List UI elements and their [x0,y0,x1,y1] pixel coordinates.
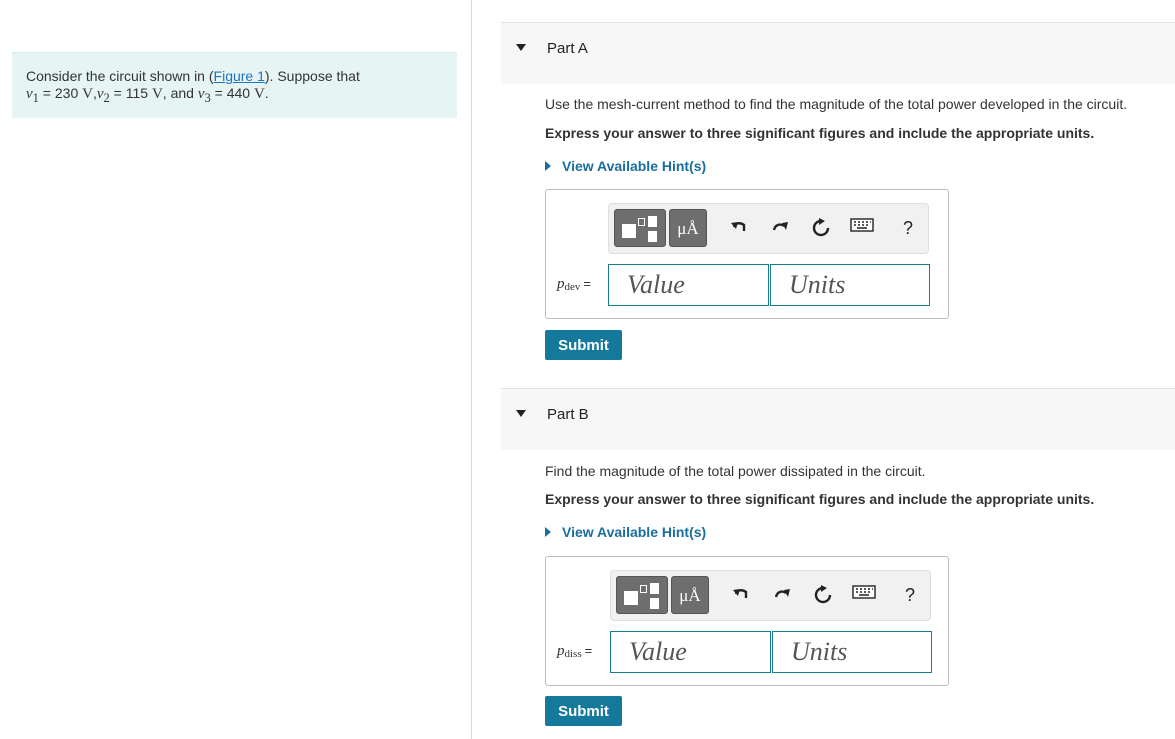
part-b-instruction: Express your answer to three significant… [545,491,1095,507]
figure-link[interactable]: Figure 1 [214,68,265,84]
collapse-caret-icon[interactable] [516,410,526,417]
part-a-answer-box: μÅ ? pdev = [545,189,949,319]
part-a-units-input[interactable] [770,264,930,306]
undo-icon[interactable] [727,216,751,240]
v2-value: = 115 [109,85,152,101]
v2-unit: V [151,86,163,102]
v2-symbol: v2 [96,86,110,105]
units-icon[interactable]: μÅ [669,209,707,247]
part-b-toolbar: μÅ ? [610,570,931,621]
v1-value: = 230 [38,85,83,101]
part-a-prompt: Use the mesh-current method to find the … [545,96,1128,112]
problem-pane: Consider the circuit shown in (Figure 1)… [0,0,471,739]
sep-2: , and [162,85,198,101]
template-block [648,231,657,242]
template-block [624,591,638,605]
collapse-caret-icon[interactable] [516,44,526,51]
units-glyph: μÅ [679,586,701,605]
v1-unit: V [82,86,93,102]
reset-icon[interactable] [811,583,835,607]
problem-intro: Consider the circuit shown in ( [26,68,214,84]
problem-statement: Consider the circuit shown in (Figure 1)… [12,52,457,118]
problem-line-1: Consider the circuit shown in (Figure 1)… [26,68,443,85]
keyboard-icon[interactable] [851,583,877,607]
v3-symbol: v3 [197,86,211,105]
part-a-toolbar: μÅ ? [608,203,929,254]
part-a-header[interactable]: Part A [501,22,1175,84]
template-block [650,598,659,609]
template-outline [638,218,645,226]
v3-value: = 440 [210,85,254,101]
redo-icon[interactable] [771,583,795,607]
template-block [650,583,659,594]
units-glyph: μÅ [677,219,699,238]
problem-intro-end: ). Suppose that [264,68,360,84]
part-b-variable-label: pdiss = [557,643,593,660]
part-a-title: Part A [547,40,588,57]
expand-triangle-icon [545,527,551,537]
part-b-prompt: Find the magnitude of the total power di… [545,463,926,479]
part-a-variable-label: pdev = [557,276,591,293]
templates-icon[interactable] [616,576,668,614]
part-b-header[interactable]: Part B [501,388,1175,450]
units-icon[interactable]: μÅ [671,576,709,614]
part-b-answer-box: μÅ ? pdiss = [545,556,949,686]
undo-icon[interactable] [729,583,753,607]
part-b-hint-toggle[interactable]: View Available Hint(s) [545,524,706,540]
template-outline [640,585,647,593]
part-b-units-input[interactable] [772,631,932,673]
template-block [648,216,657,227]
problem-line-2: v1 = 230 V,v2 = 115 V, and v3 = 440 V. [26,85,443,107]
templates-icon[interactable] [614,209,666,247]
help-icon[interactable]: ? [898,583,922,607]
part-b-submit-button[interactable]: Submit [545,696,622,726]
v3-unit: V [253,86,265,102]
pane-divider [471,0,472,739]
expand-triangle-icon [545,161,551,171]
reset-icon[interactable] [809,216,833,240]
part-a-value-input[interactable] [608,264,769,306]
redo-icon[interactable] [769,216,793,240]
template-block [622,224,636,238]
part-a-hint-toggle[interactable]: View Available Hint(s) [545,158,706,174]
problem-end: . [264,85,269,101]
help-icon[interactable]: ? [896,216,920,240]
keyboard-icon[interactable] [849,216,875,240]
part-b-title: Part B [547,406,589,423]
v1-symbol: v1 [26,86,39,105]
part-b-value-input[interactable] [610,631,771,673]
part-a-submit-button[interactable]: Submit [545,330,622,360]
part-b-hint-label: View Available Hint(s) [562,524,707,540]
part-a-hint-label: View Available Hint(s) [562,158,707,174]
part-a-instruction: Express your answer to three significant… [545,125,1095,141]
